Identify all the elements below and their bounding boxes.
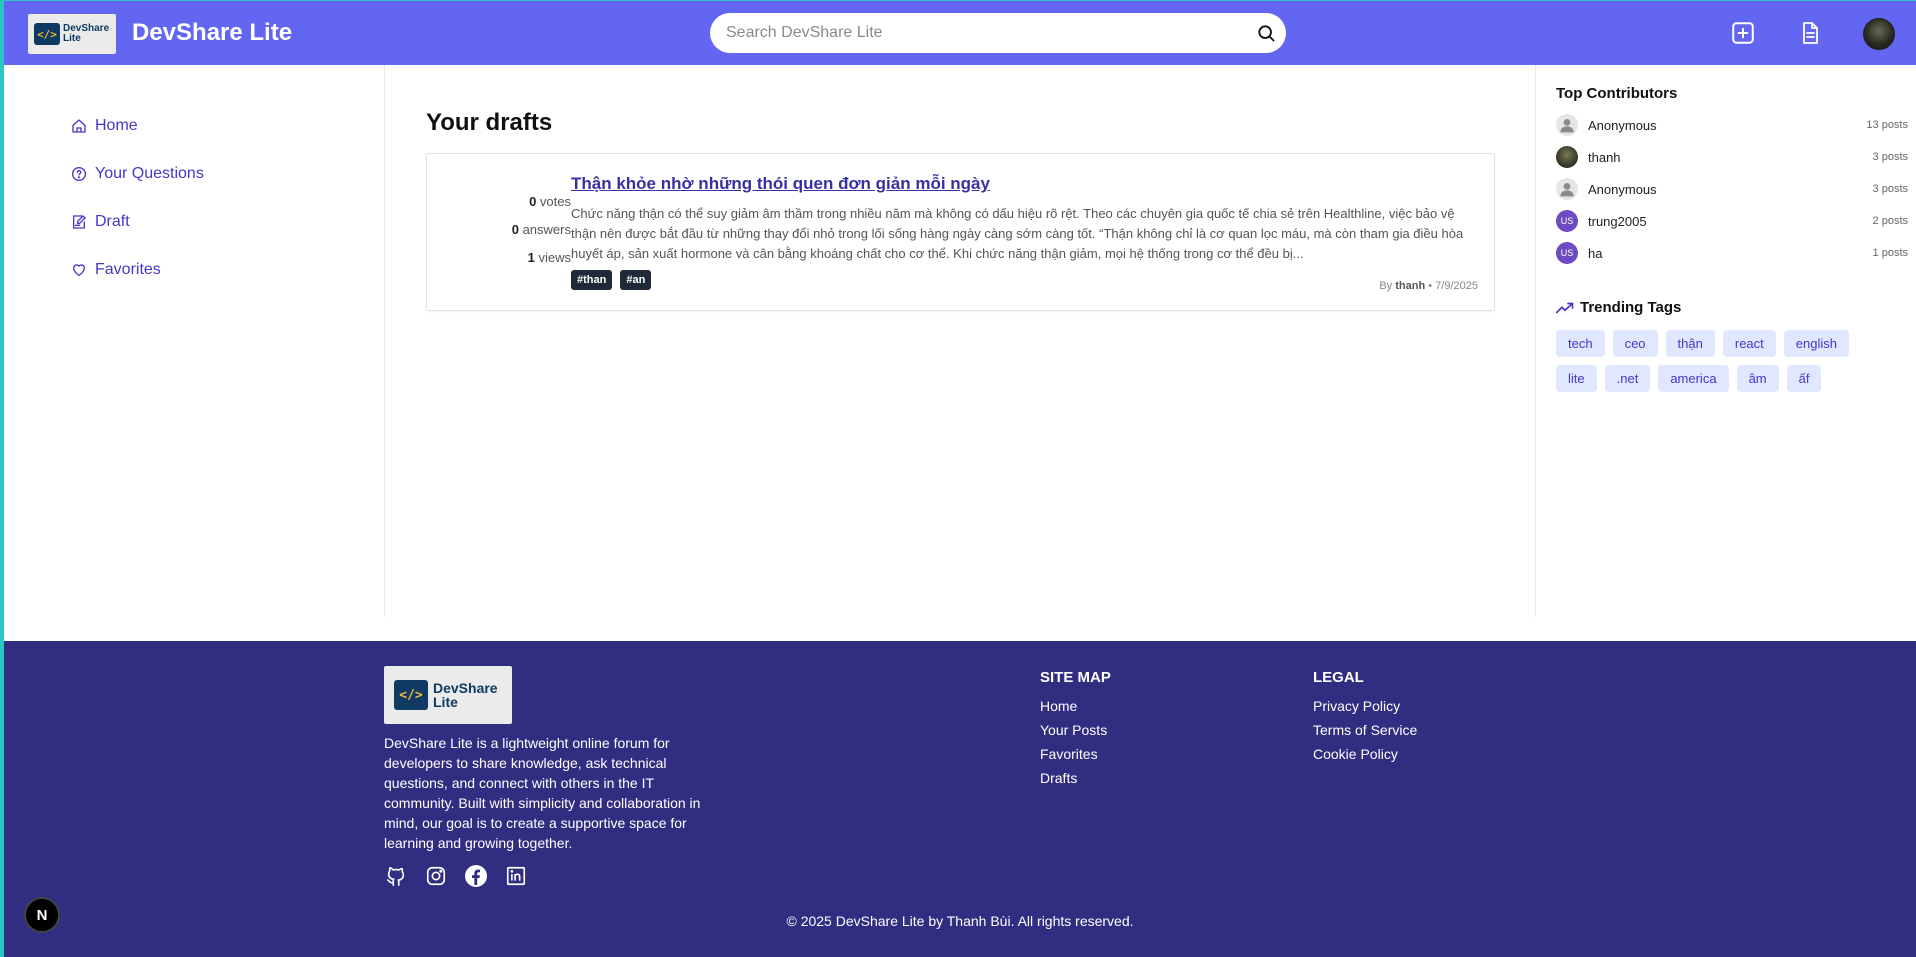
avatar: US bbox=[1556, 210, 1578, 232]
post-excerpt: Chức năng thận có thể suy giảm âm thầm t… bbox=[571, 206, 1464, 261]
app-frame: </> DevShare Lite DevShare Lite Home bbox=[4, 1, 1916, 957]
contributor-item[interactable]: Anonymous 3 posts bbox=[1556, 177, 1908, 201]
votes-stat: 0 votes bbox=[529, 194, 571, 209]
trending-up-icon bbox=[1556, 302, 1574, 313]
facebook-icon[interactable] bbox=[464, 864, 488, 888]
trending-tag[interactable]: ceo bbox=[1612, 330, 1658, 357]
contributor-item[interactable]: US ha 1 posts bbox=[1556, 241, 1908, 265]
footer-link-terms[interactable]: Terms of Service bbox=[1313, 718, 1417, 742]
avatar: US bbox=[1556, 242, 1578, 264]
post-tag[interactable]: #an bbox=[620, 270, 652, 290]
contributor-item[interactable]: US trung2005 2 posts bbox=[1556, 209, 1908, 233]
plus-square-icon[interactable] bbox=[1729, 19, 1757, 47]
sidebar-item-draft[interactable]: Draft bbox=[71, 213, 130, 231]
instagram-icon[interactable] bbox=[424, 864, 448, 888]
question-circle-icon bbox=[72, 167, 86, 181]
contributor-item[interactable]: Anonymous 13 posts bbox=[1556, 113, 1908, 137]
trending-tag-list: tech ceo thận react english lite .net am… bbox=[1556, 330, 1896, 392]
home-icon bbox=[72, 119, 86, 133]
top-navbar: </> DevShare Lite DevShare Lite bbox=[4, 1, 1916, 65]
post-tag[interactable]: #than bbox=[571, 270, 613, 290]
trending-tag[interactable]: america bbox=[1658, 365, 1729, 392]
footer: </> DevShare Lite DevShare Lite is a lig… bbox=[4, 641, 1916, 957]
copyright: © 2025 DevShare Lite by Thanh Bùi. All r… bbox=[786, 913, 1134, 929]
document-icon[interactable] bbox=[1796, 19, 1824, 47]
legal-title: LEGAL bbox=[1313, 669, 1364, 686]
sitemap-title: SITE MAP bbox=[1040, 669, 1111, 686]
footer-logo[interactable]: </> DevShare Lite bbox=[384, 666, 512, 724]
post-tags: #than #an bbox=[571, 270, 652, 290]
left-sidebar: Home Your Questions Draft Favorites bbox=[4, 65, 385, 617]
user-avatar[interactable] bbox=[1863, 18, 1895, 50]
page-title: Your drafts bbox=[426, 109, 553, 136]
trending-tag[interactable]: âm bbox=[1736, 365, 1779, 392]
sidebar-item-label: Your Questions bbox=[95, 165, 204, 182]
post-card: 0 votes 0 answers 1 views Thận khỏe nhờ … bbox=[426, 153, 1495, 311]
right-sidebar: Top Contributors Anonymous 13 posts than… bbox=[1535, 65, 1916, 617]
avatar bbox=[1556, 178, 1578, 200]
top-contributors-title: Top Contributors bbox=[1556, 85, 1678, 102]
footer-link-cookies[interactable]: Cookie Policy bbox=[1313, 742, 1417, 766]
avatar bbox=[1556, 114, 1578, 136]
footer-link-privacy[interactable]: Privacy Policy bbox=[1313, 694, 1417, 718]
trending-tag[interactable]: english bbox=[1783, 330, 1849, 357]
views-stat: 1 views bbox=[527, 250, 571, 265]
social-links bbox=[384, 864, 528, 888]
linkedin-icon[interactable] bbox=[504, 864, 528, 888]
dev-tools-badge[interactable]: N bbox=[24, 897, 60, 933]
footer-description: DevShare Lite is a lightweight online fo… bbox=[384, 735, 701, 851]
footer-link-home[interactable]: Home bbox=[1040, 694, 1111, 718]
avatar bbox=[1556, 146, 1578, 168]
search-icon[interactable] bbox=[1246, 13, 1286, 53]
sidebar-item-label: Favorites bbox=[95, 261, 161, 278]
logo-code-icon: </> bbox=[34, 23, 60, 45]
header-logo[interactable]: </> DevShare Lite bbox=[28, 14, 116, 54]
post-date: • 7/9/2025 bbox=[1428, 280, 1478, 292]
search-bar bbox=[710, 13, 1286, 53]
trending-tags-title: Trending Tags bbox=[1556, 299, 1681, 316]
trending-tag[interactable]: thận bbox=[1665, 330, 1715, 357]
trending-tag[interactable]: lite bbox=[1556, 365, 1597, 392]
post-byline: By thanh • 7/9/2025 bbox=[1379, 280, 1478, 292]
sidebar-item-favorites[interactable]: Favorites bbox=[71, 261, 161, 279]
heart-icon bbox=[73, 264, 85, 276]
post-title-link[interactable]: Thận khỏe nhờ những thói quen đơn giản m… bbox=[571, 174, 990, 194]
legal-column: LEGAL Privacy Policy Terms of Service Co… bbox=[1313, 669, 1417, 766]
trending-tag[interactable]: react bbox=[1722, 330, 1776, 357]
sidebar-item-label: Home bbox=[95, 117, 138, 134]
sidebar-item-label: Draft bbox=[95, 213, 130, 230]
footer-link-favorites[interactable]: Favorites bbox=[1040, 742, 1111, 766]
footer-link-your-posts[interactable]: Your Posts bbox=[1040, 718, 1111, 742]
answers-stat: 0 answers bbox=[511, 222, 571, 237]
sitemap-column: SITE MAP Home Your Posts Favorites Draft… bbox=[1040, 669, 1111, 790]
sidebar-item-your-questions[interactable]: Your Questions bbox=[71, 165, 204, 183]
trending-tag[interactable]: .net bbox=[1604, 365, 1651, 392]
contributor-item[interactable]: thanh 3 posts bbox=[1556, 145, 1908, 169]
logo-code-icon: </> bbox=[394, 680, 428, 710]
post-author[interactable]: thanh bbox=[1395, 280, 1425, 292]
footer-link-drafts[interactable]: Drafts bbox=[1040, 766, 1111, 790]
sidebar-item-home[interactable]: Home bbox=[71, 117, 138, 135]
user-icon bbox=[1560, 119, 1574, 133]
trending-tag[interactable]: ấf bbox=[1786, 365, 1822, 392]
trending-tag[interactable]: tech bbox=[1556, 330, 1605, 357]
search-input[interactable] bbox=[710, 13, 1246, 53]
logo-text-line2: Lite bbox=[63, 33, 81, 44]
edit-icon bbox=[73, 215, 86, 229]
github-icon[interactable] bbox=[384, 864, 408, 888]
app-title[interactable]: DevShare Lite bbox=[132, 19, 292, 47]
user-icon bbox=[1560, 183, 1574, 197]
